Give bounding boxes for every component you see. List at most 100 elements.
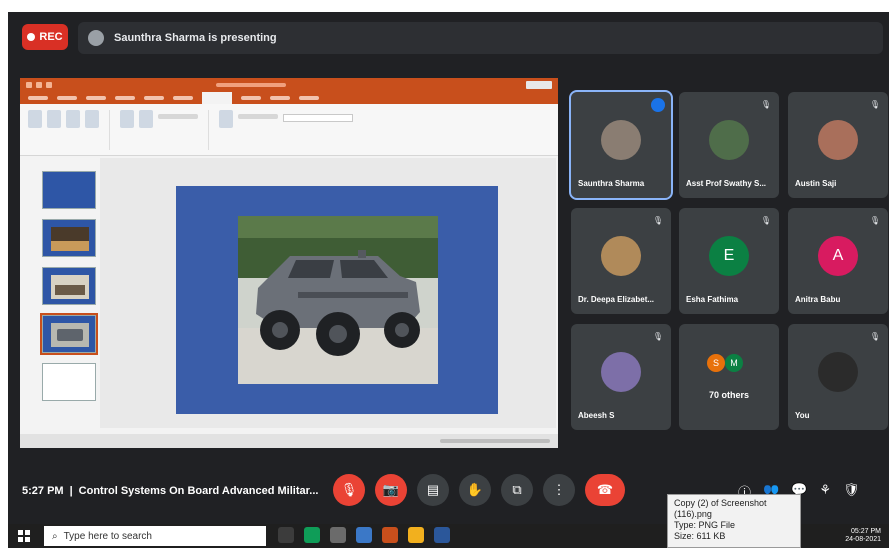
slide-thumbnail-selected bbox=[40, 313, 98, 355]
ribbon-group bbox=[28, 110, 99, 149]
search-placeholder: Type here to search bbox=[63, 530, 152, 542]
end-call-button[interactable]: ☎ bbox=[585, 474, 625, 506]
armored-vehicle-image bbox=[238, 216, 438, 384]
participant-tile[interactable]: 🎙 E Esha Fathima bbox=[679, 208, 779, 314]
file-explorer-icon[interactable] bbox=[408, 527, 424, 543]
avatar bbox=[709, 120, 749, 160]
slide-thumbnails bbox=[32, 161, 98, 431]
shared-screen bbox=[20, 78, 558, 448]
mic-off-icon: 🎙 bbox=[760, 100, 771, 109]
taskbar-search-input[interactable]: ⌕ Type here to search bbox=[44, 526, 266, 546]
present-button[interactable]: ⧉ bbox=[501, 474, 533, 506]
slide-thumbnail bbox=[42, 267, 96, 305]
current-slide bbox=[176, 186, 498, 414]
ppt-ribbon-tabs bbox=[20, 92, 558, 104]
participant-name: Abeesh S bbox=[578, 411, 615, 420]
taskbar-apps bbox=[278, 527, 450, 543]
clock-date: 24-08-2021 bbox=[845, 536, 881, 543]
ppt-tab bbox=[86, 96, 106, 100]
tooltip-line: (116).png bbox=[674, 509, 712, 519]
meeting-time: 5:27 PM bbox=[22, 485, 64, 497]
redo-icon bbox=[46, 82, 52, 88]
speaking-indicator-icon bbox=[651, 98, 665, 112]
ribbon-button-icon bbox=[85, 110, 99, 128]
participant-tile[interactable]: 🎙 A Anitra Babu bbox=[788, 208, 888, 314]
slide-thumbnail bbox=[42, 171, 96, 209]
thumb-image-icon bbox=[51, 227, 89, 251]
avatar bbox=[601, 236, 641, 276]
record-dot-icon bbox=[27, 33, 36, 41]
word-icon[interactable] bbox=[434, 527, 450, 543]
separator: | bbox=[69, 485, 73, 497]
ppt-titlebar bbox=[20, 78, 558, 92]
avatar: A bbox=[818, 236, 858, 276]
mic-off-icon: 🎙 bbox=[652, 216, 663, 225]
ribbon-group bbox=[120, 110, 198, 149]
avatar bbox=[601, 120, 641, 160]
mic-off-icon: 🎙 bbox=[869, 332, 880, 341]
ppt-tab bbox=[270, 96, 290, 100]
presenting-banner[interactable]: Saunthra Sharma is presenting bbox=[78, 22, 883, 54]
ppt-tab bbox=[57, 96, 77, 100]
participant-name: Dr. Deepa Elizabet... bbox=[578, 295, 655, 304]
avatar: S bbox=[707, 354, 725, 372]
ppt-tab bbox=[115, 96, 135, 100]
chrome-icon[interactable] bbox=[304, 527, 320, 543]
ppt-tab bbox=[144, 96, 164, 100]
host-controls-icon[interactable]: 🛡 bbox=[843, 482, 860, 501]
ppt-tab bbox=[241, 96, 261, 100]
ribbon-button-icon bbox=[28, 110, 42, 128]
mic-off-icon: 🎙 bbox=[869, 100, 880, 109]
taskbar-clock[interactable]: 05:27 PM 24-08-2021 bbox=[845, 528, 881, 544]
presenting-text: Saunthra Sharma is presenting bbox=[114, 32, 277, 44]
app-icon[interactable] bbox=[330, 527, 346, 543]
avatar: M bbox=[725, 354, 743, 372]
participant-tile[interactable]: 🎙 Asst Prof Swathy S... bbox=[679, 92, 779, 198]
mic-off-icon: 🎙 bbox=[760, 216, 771, 225]
camera-off-button[interactable]: 📷 bbox=[375, 474, 407, 506]
slide-thumbnail bbox=[42, 219, 96, 257]
windows-start-icon[interactable] bbox=[18, 530, 30, 542]
thumb-image-icon bbox=[51, 323, 89, 347]
mic-off-button[interactable]: 🎙 bbox=[333, 474, 365, 506]
meeting-title: Control Systems On Board Advanced Milita… bbox=[78, 485, 319, 497]
ribbon-option bbox=[238, 114, 278, 119]
participant-tile[interactable]: 🎙 Abeesh S bbox=[571, 324, 671, 430]
mic-off-icon: 🎙 bbox=[652, 332, 663, 341]
app-icon[interactable] bbox=[356, 527, 372, 543]
participant-tile[interactable]: 🎙 Austin Saji bbox=[788, 92, 888, 198]
participant-tile-self[interactable]: 🎙 You bbox=[788, 324, 888, 430]
others-count: 70 others bbox=[708, 390, 750, 400]
participant-tile-others[interactable]: S M 70 others bbox=[679, 324, 779, 430]
participant-tile[interactable]: 🎙 Dr. Deepa Elizabet... bbox=[571, 208, 671, 314]
ppt-statusbar bbox=[20, 434, 558, 448]
captions-button[interactable]: ▤ bbox=[417, 474, 449, 506]
rec-label: REC bbox=[39, 31, 63, 43]
meet-window: REC Saunthra Sharma is presenting Saunth… bbox=[8, 12, 889, 548]
ribbon-button-icon bbox=[139, 110, 153, 128]
slide-editor bbox=[100, 158, 556, 428]
ribbon-button-icon bbox=[47, 110, 61, 128]
ribbon-divider bbox=[208, 110, 209, 150]
participant-tile[interactable]: Saunthra Sharma bbox=[569, 90, 673, 200]
participant-name: Austin Saji bbox=[795, 179, 837, 188]
ribbon-button-icon bbox=[219, 110, 233, 128]
more-options-button[interactable]: ⋮ bbox=[543, 474, 575, 506]
ribbon-button-icon bbox=[120, 110, 134, 128]
tooltip-line: Size: 611 KB bbox=[674, 531, 726, 541]
ppt-tab bbox=[299, 96, 319, 100]
ppt-tab-active bbox=[202, 92, 232, 104]
ppt-file-title bbox=[216, 83, 286, 87]
tooltip-line: Copy (2) of Screenshot bbox=[674, 498, 767, 508]
meeting-info: 5:27 PM | Control Systems On Board Advan… bbox=[22, 485, 318, 497]
tooltip-line: Type: PNG File bbox=[674, 520, 736, 530]
presenter-avatar-icon bbox=[88, 30, 104, 46]
raise-hand-button[interactable]: ✋ bbox=[459, 474, 491, 506]
undo-icon bbox=[36, 82, 42, 88]
powerpoint-icon[interactable] bbox=[382, 527, 398, 543]
activities-icon[interactable]: ⚘ bbox=[819, 482, 831, 501]
clock-time: 05:27 PM bbox=[851, 528, 881, 535]
recording-badge: REC bbox=[22, 24, 68, 50]
task-view-icon[interactable] bbox=[278, 527, 294, 543]
search-icon: ⌕ bbox=[52, 530, 58, 542]
